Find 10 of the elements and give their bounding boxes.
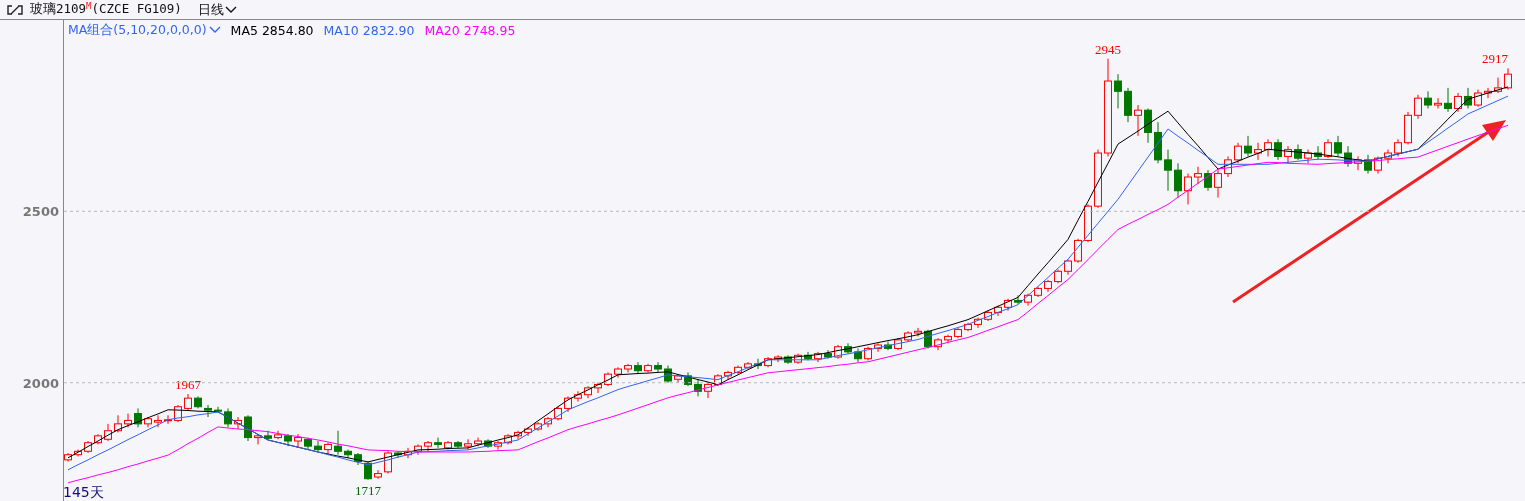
day-count: 145天 — [63, 484, 104, 500]
price-label: 2917 — [1482, 51, 1508, 67]
axis-label: 2000 — [22, 375, 59, 391]
axis-label: 2500 — [22, 204, 59, 220]
ma-value: MA10 2832.90 — [323, 22, 415, 38]
ma-value: MA20 2748.95 — [424, 22, 516, 38]
price-label: 1967 — [175, 377, 201, 393]
price-label: 2945 — [1095, 41, 1121, 57]
ma-value: MA5 2854.80 — [230, 22, 314, 38]
price-label: 1717 — [355, 482, 381, 498]
